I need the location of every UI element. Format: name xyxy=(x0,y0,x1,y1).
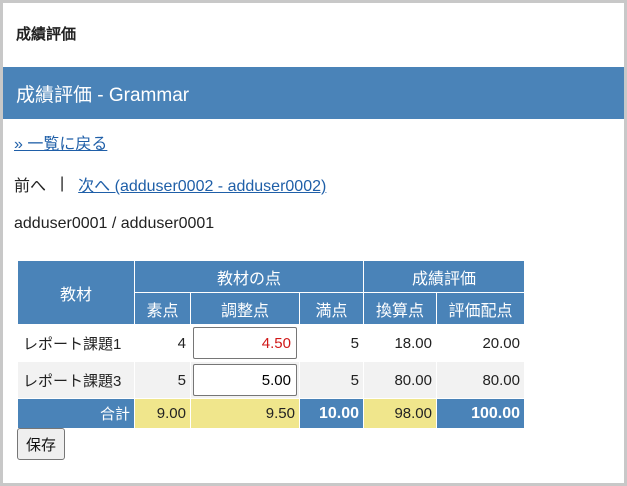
row-name: レポート課題3 xyxy=(17,361,135,399)
title-bar: 成績評価 - Grammar xyxy=(3,67,624,119)
back-to-list-link[interactable]: » 一覧に戻る xyxy=(14,130,107,154)
save-button[interactable]: 保存 xyxy=(17,428,66,460)
next-user-link[interactable]: 次へ (adduser0002 - adduser0002) xyxy=(78,172,326,196)
header-grade-eval: 成績評価 xyxy=(363,260,525,293)
table-row: レポート課題1 4 5 18.00 20.00 xyxy=(17,324,525,362)
row-allocated: 80.00 xyxy=(436,361,525,399)
row-raw: 4 xyxy=(134,324,191,362)
row-converted: 18.00 xyxy=(363,324,437,362)
pager-separator: | xyxy=(60,175,65,192)
total-full: 10.00 xyxy=(299,398,364,429)
row-name: レポート課題1 xyxy=(17,324,135,362)
header-material-points: 教材の点 xyxy=(134,260,364,293)
header-adjusted: 調整点 xyxy=(190,292,300,325)
row-allocated: 20.00 xyxy=(436,324,525,362)
total-row: 合計 9.00 9.50 10.00 98.00 100.00 xyxy=(17,398,525,429)
page-header-title: 成績評価 xyxy=(16,24,77,43)
row-full: 5 xyxy=(299,361,364,399)
total-label: 合計 xyxy=(17,398,135,429)
grades-table: 教材 教材の点 成績評価 素点 調整点 満点 換算点 評価配点 レポート課題1 … xyxy=(17,260,525,429)
header-full: 満点 xyxy=(299,292,364,325)
total-converted: 98.00 xyxy=(363,398,437,429)
table-row: レポート課題3 5 5 80.00 80.00 xyxy=(17,361,525,399)
content-area: » 一覧に戻る 前へ | 次へ (adduser0002 - adduser00… xyxy=(14,130,614,236)
adjusted-score-input[interactable] xyxy=(193,327,297,359)
user-label: adduser0001 / adduser0001 xyxy=(14,215,215,232)
pager: 前へ | 次へ (adduser0002 - adduser0002) xyxy=(14,172,614,196)
header-raw: 素点 xyxy=(134,292,191,325)
row-raw: 5 xyxy=(134,361,191,399)
total-raw: 9.00 xyxy=(134,398,191,429)
header-converted: 換算点 xyxy=(363,292,437,325)
total-adjusted: 9.50 xyxy=(190,398,300,429)
header-allocated: 評価配点 xyxy=(436,292,525,325)
total-allocated: 100.00 xyxy=(436,398,525,429)
prev-label: 前へ xyxy=(14,178,47,195)
page-title: 成績評価 - Grammar xyxy=(16,84,190,106)
header-material: 教材 xyxy=(17,260,135,325)
adjusted-score-input[interactable] xyxy=(193,364,297,396)
row-converted: 80.00 xyxy=(363,361,437,399)
page-header: 成績評価 xyxy=(3,3,624,63)
row-full: 5 xyxy=(299,324,364,362)
